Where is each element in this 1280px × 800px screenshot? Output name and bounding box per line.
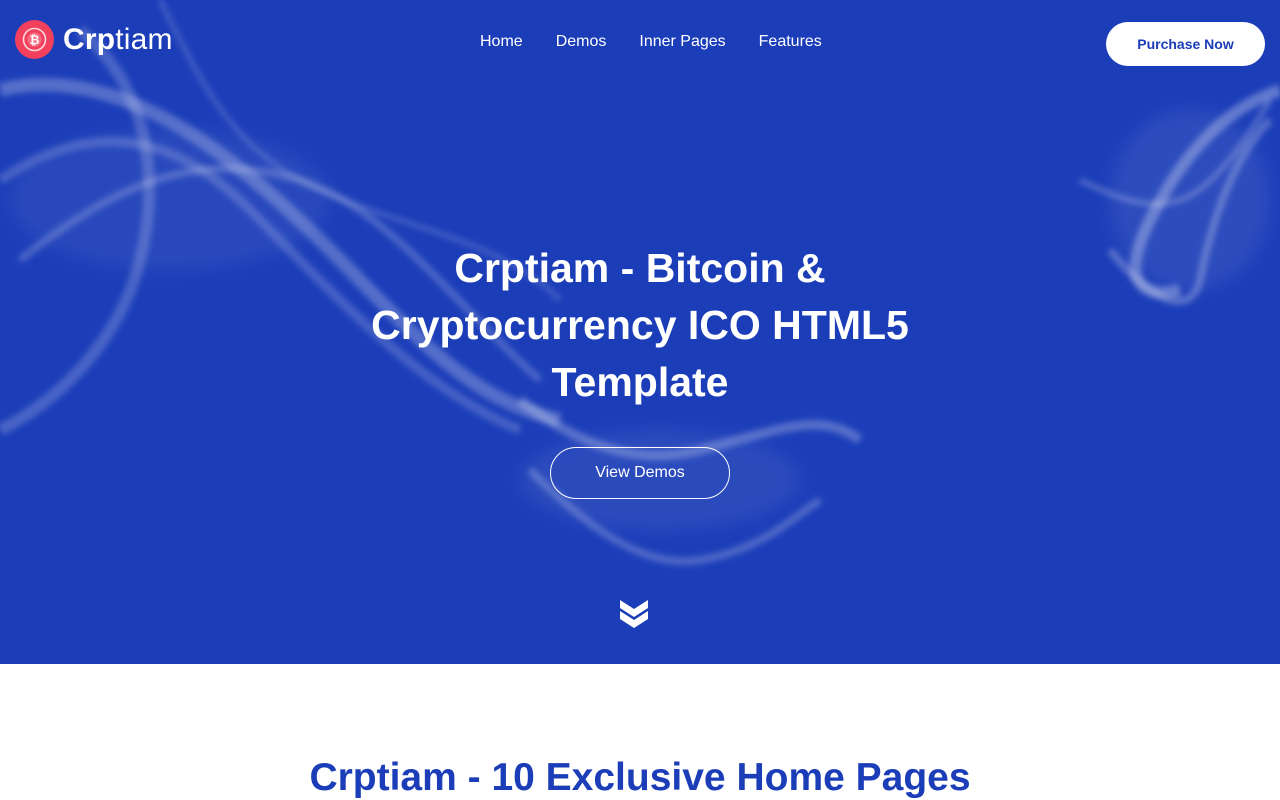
main-nav: Home Demos Inner Pages Features bbox=[480, 32, 855, 52]
nav-item-inner-pages[interactable]: Inner Pages bbox=[639, 32, 725, 52]
svg-text:₿: ₿ bbox=[30, 33, 40, 47]
purchase-now-button[interactable]: Purchase Now bbox=[1106, 22, 1265, 66]
brand-name-bold: Crp bbox=[63, 22, 116, 56]
section-title: Crptiam - 10 Exclusive Home Pages bbox=[309, 756, 971, 799]
brand-logo[interactable]: ₿ Crptiam bbox=[15, 20, 173, 59]
nav-item-demos[interactable]: Demos bbox=[556, 32, 607, 52]
bitcoin-coin-icon: ₿ bbox=[15, 20, 54, 59]
brand-name-light: tiam bbox=[115, 22, 173, 56]
nav-item-features[interactable]: Features bbox=[759, 32, 822, 52]
double-chevron-down-icon[interactable] bbox=[620, 598, 648, 628]
hero-title: Crptiam - Bitcoin & Cryptocurrency ICO H… bbox=[371, 245, 909, 405]
nav-item-home[interactable]: Home bbox=[480, 32, 523, 52]
view-demos-button[interactable]: View Demos bbox=[550, 447, 730, 499]
brand-name: Crptiam bbox=[63, 22, 173, 56]
hero-section: ₿ Crptiam Home Demos Inner Pages Feature… bbox=[0, 0, 1280, 664]
